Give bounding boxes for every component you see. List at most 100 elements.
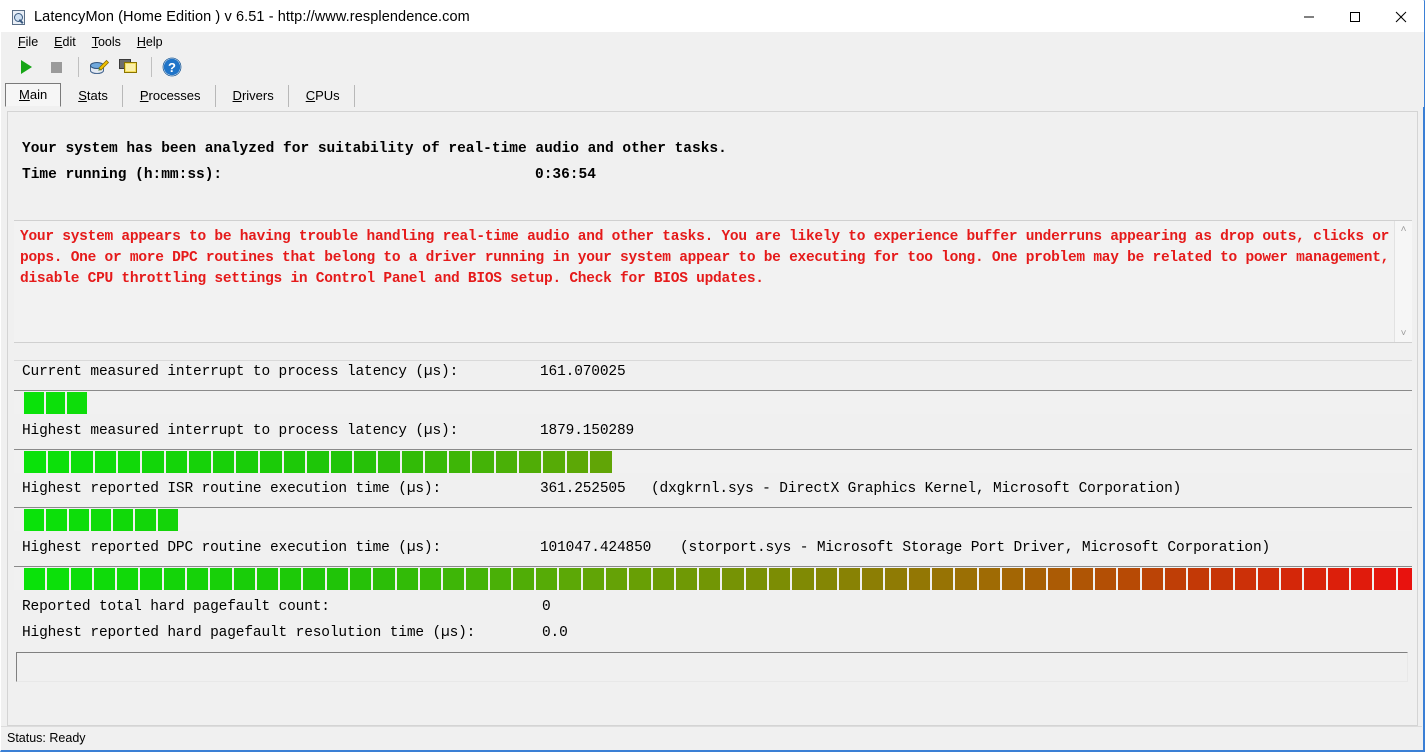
gauge-segment <box>165 451 188 473</box>
menu-help-rest: elp <box>145 35 163 49</box>
gauge-segment <box>1281 568 1303 590</box>
menu-file-rest: ile <box>25 35 39 49</box>
gauge-segment <box>46 509 67 531</box>
gauge-segment <box>1094 568 1117 590</box>
help-button[interactable]: ? <box>158 54 186 80</box>
stop-icon <box>50 61 62 73</box>
tab-cpus[interactable]: CPUs <box>292 85 355 107</box>
gauge-segment <box>94 451 117 473</box>
tab-main-rest: ain <box>29 87 48 102</box>
gauge-segment <box>186 568 209 590</box>
notes-edit-box[interactable] <box>16 652 1408 682</box>
metric-label-2: Highest reported ISR routine execution t… <box>22 481 442 497</box>
gauge-segment <box>1025 568 1047 590</box>
gauge-segment <box>68 509 89 531</box>
menu-item-tools[interactable]: Tools <box>85 34 128 50</box>
gauge-segment <box>45 392 66 414</box>
gauge-segment <box>377 451 400 473</box>
disk-pencil-icon <box>90 59 110 74</box>
gauge-segment <box>157 509 178 531</box>
gauge-segment <box>1234 568 1256 590</box>
gauge-segment <box>1164 568 1187 590</box>
menu-bar: File Edit Tools Help <box>1 32 1424 52</box>
metric-value-2: 361.252505 <box>540 481 626 497</box>
metric-extra-3: (storport.sys - Microsoft Storage Port D… <box>680 540 1271 556</box>
latencymon-app-icon <box>10 9 26 25</box>
tab-stats[interactable]: Stats <box>64 85 123 107</box>
menu-file-accel: F <box>18 35 26 49</box>
tab-cpus-rest: PUs <box>315 88 340 103</box>
tab-main[interactable]: Main <box>5 83 62 107</box>
analysis-headline: Your system has been analyzed for suitab… <box>22 141 727 157</box>
gauge-segment <box>931 568 954 590</box>
minimize-icon[interactable] <box>1286 1 1332 32</box>
gauge-segment <box>466 568 488 590</box>
time-running-label: Time running (h:mm:ss): <box>22 167 223 183</box>
scroll-up-icon[interactable]: ˄ <box>1395 221 1412 238</box>
gauge-segment <box>1211 568 1233 590</box>
gauge-segment <box>280 568 302 590</box>
report-button[interactable] <box>85 54 113 80</box>
gauge-segment <box>1188 568 1210 590</box>
warning-scrollbar[interactable]: ˄ ˅ <box>1394 221 1412 342</box>
gauge-segment <box>443 568 465 590</box>
menu-item-edit[interactable]: Edit <box>47 34 83 50</box>
gauge-segment <box>425 451 447 473</box>
gauge-segment <box>1257 568 1280 590</box>
gauge-segment <box>582 568 605 590</box>
gauge-segment <box>212 451 235 473</box>
gauge-segment <box>401 451 424 473</box>
gauge-segment <box>236 451 258 473</box>
svg-text:?: ? <box>168 60 176 75</box>
gauge-segment <box>519 451 542 473</box>
scroll-down-icon[interactable]: ˅ <box>1395 325 1412 342</box>
gauge-segment <box>699 568 721 590</box>
title-bar: LatencyMon (Home Edition ) v 6.51 - http… <box>1 1 1424 32</box>
gauge-segment <box>354 451 376 473</box>
gauge-segment <box>862 568 884 590</box>
metric-label-1: Highest measured interrupt to process la… <box>22 423 459 439</box>
tab-drivers[interactable]: Drivers <box>219 85 289 107</box>
toolbar-separator-1 <box>78 57 79 77</box>
gauge-fill-2 <box>24 509 178 531</box>
window-controls <box>1286 1 1424 32</box>
gauge-segment <box>652 568 674 590</box>
time-running-value: 0:36:54 <box>535 167 596 183</box>
gauge-segment <box>47 451 70 473</box>
maximize-icon[interactable] <box>1332 1 1378 32</box>
gauge-segment <box>815 568 837 590</box>
tab-cpus-accel: C <box>305 88 316 103</box>
menu-edit-accel: E <box>54 35 63 49</box>
metric-label-3: Highest reported DPC routine execution t… <box>22 540 442 556</box>
gauge-0 <box>14 390 1412 414</box>
gauge-segment <box>90 509 112 531</box>
footer-label-1: Highest reported hard pagefault resoluti… <box>22 625 476 641</box>
gauge-segment <box>489 568 511 590</box>
start-monitoring-button[interactable] <box>12 54 40 80</box>
gauge-segment <box>512 568 535 590</box>
copy-windows-icon <box>119 59 137 73</box>
gauge-segment <box>1071 568 1093 590</box>
play-icon <box>20 60 32 74</box>
tab-processes[interactable]: Processes <box>126 85 216 107</box>
gauge-segment <box>722 568 744 590</box>
gauge-segment <box>24 451 46 473</box>
gauge-segment <box>307 451 329 473</box>
gauge-segment <box>543 451 565 473</box>
gauge-segment <box>373 568 395 590</box>
gauge-3 <box>14 566 1412 590</box>
menu-item-file[interactable]: File <box>11 34 45 50</box>
gauge-segment <box>745 568 767 590</box>
gauge-segment <box>1118 568 1140 590</box>
menu-item-help[interactable]: Help <box>130 34 170 50</box>
copy-windows-button[interactable] <box>115 54 143 80</box>
metric-value-0: 161.070025 <box>540 364 626 380</box>
gauge-segment <box>233 568 255 590</box>
metric-value-1: 1879.150289 <box>540 423 635 439</box>
close-icon[interactable] <box>1378 1 1424 32</box>
gauge-segment <box>117 568 139 590</box>
row-divider <box>14 360 1412 361</box>
gauge-segment <box>1001 568 1024 590</box>
gauge-segment <box>349 568 372 590</box>
tab-drivers-accel: D <box>232 88 242 103</box>
